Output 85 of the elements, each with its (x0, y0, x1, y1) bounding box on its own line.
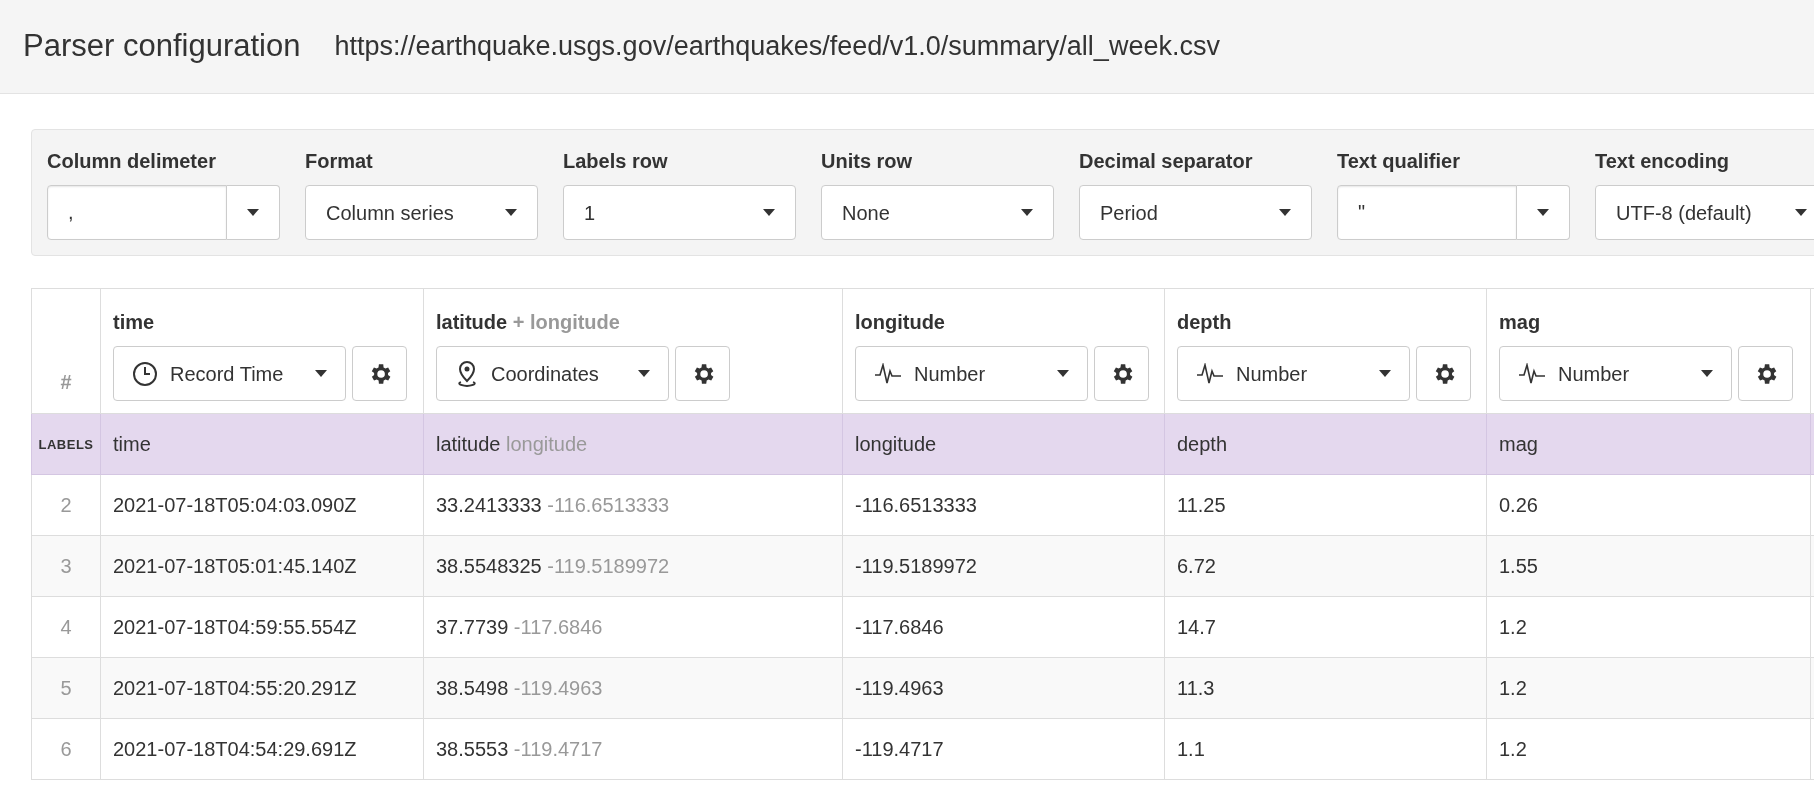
table-cell: 38.5498 -119.4963 (436, 677, 603, 699)
map-pin-icon (455, 359, 479, 388)
row-number: 5 (60, 677, 72, 699)
option-label: Column delimeter (47, 149, 217, 174)
labels-marker: LABELS (38, 437, 94, 452)
table-cell: time (113, 433, 151, 455)
table-cell: 2021-07-18T04:55:20.291Z (113, 677, 357, 699)
row-number: 4 (60, 616, 72, 638)
table-cell: 1.2 (1499, 738, 1527, 760)
row-number: 2 (60, 494, 72, 516)
table-cell: 0.26 (1499, 494, 1538, 516)
caret-icon (1701, 370, 1713, 377)
column-type-select[interactable]: Number (1499, 346, 1732, 401)
option-label: Labels row (563, 149, 669, 174)
caret-icon (1279, 209, 1291, 216)
table-cell: 38.5548325 -119.5189972 (436, 555, 670, 577)
option-select[interactable]: 1 (563, 185, 796, 240)
settings-button[interactable] (352, 346, 407, 401)
caret-icon (315, 370, 327, 377)
table-cell: -117.6846 (855, 616, 944, 638)
table-cell: 1.55 (1499, 555, 1538, 577)
option-label: Units row (821, 149, 914, 174)
table-cell: 2021-07-18T05:01:45.140Z (113, 555, 357, 577)
table-cell: 2021-07-18T04:54:29.691Z (113, 738, 357, 760)
option-input[interactable]: , (47, 185, 227, 240)
table-cell: 38.5553 -119.4717 (436, 738, 603, 760)
table-cell: -119.4717 (855, 738, 944, 760)
option-select[interactable]: UTF-8 (default) (1595, 185, 1814, 240)
page-title: Parser configuration (23, 27, 301, 66)
table-cell: 6.72 (1177, 555, 1216, 577)
caret-icon (505, 209, 517, 216)
pulse-icon (1518, 362, 1546, 385)
table-cell: mag (1499, 433, 1538, 455)
row-number: 3 (60, 555, 72, 577)
table-cell: 33.2413333 -116.6513333 (436, 494, 670, 516)
table-cell: longitude (855, 433, 937, 455)
caret-icon (763, 209, 775, 216)
pulse-icon (874, 362, 902, 385)
table-cell: 1.1 (1177, 738, 1205, 760)
table-cell: latitude longitude (436, 433, 588, 455)
row-number: 6 (60, 738, 72, 760)
table-cell: 14.7 (1177, 616, 1216, 638)
option-select[interactable]: Period (1079, 185, 1312, 240)
table-cell: -116.6513333 (855, 494, 977, 516)
index-header: # (60, 371, 72, 393)
settings-button[interactable] (1738, 346, 1793, 401)
column-type-select[interactable]: Coordinates (436, 346, 669, 401)
column-header: time (113, 310, 156, 335)
column-type-select[interactable]: Record Time (113, 346, 346, 401)
settings-button[interactable] (1416, 346, 1471, 401)
option-label: Text qualifier (1337, 149, 1461, 174)
source-url: https://earthquake.usgs.gov/earthquakes/feed/v1.0/summary/all_week.csv (334, 30, 1220, 64)
option-label: Text encoding (1595, 149, 1731, 174)
caret-icon (1057, 370, 1069, 377)
clock-icon (132, 360, 158, 387)
table-cell: -119.5189972 (855, 555, 977, 577)
option-input[interactable]: " (1337, 185, 1517, 240)
table-cell: 2021-07-18T04:59:55.554Z (113, 616, 357, 638)
pulse-icon (1196, 362, 1224, 385)
caret-icon (1795, 209, 1807, 216)
caret-icon (1537, 209, 1549, 216)
option-select[interactable]: None (821, 185, 1054, 240)
option-select[interactable]: Column series (305, 185, 538, 240)
settings-button[interactable] (675, 346, 730, 401)
caret-icon (638, 370, 650, 377)
table-cell: -119.4963 (855, 677, 944, 699)
caret-icon (1379, 370, 1391, 377)
column-header: longitude (855, 310, 946, 335)
table-cell: 11.3 (1177, 677, 1215, 699)
table-cell: depth (1177, 433, 1228, 455)
column-type-select[interactable]: Number (1177, 346, 1410, 401)
table-cell: 1.2 (1499, 616, 1527, 638)
settings-button[interactable] (1094, 346, 1149, 401)
option-label: Decimal separator (1079, 149, 1254, 174)
table-cell: 2021-07-18T05:04:03.090Z (113, 494, 357, 516)
table-cell: 37.7739 -117.6846 (436, 616, 603, 638)
table-cell: 11.25 (1177, 494, 1226, 516)
table-cell: 1.2 (1499, 677, 1527, 699)
column-type-select[interactable]: Number (855, 346, 1088, 401)
column-header: latitude + longitude (436, 310, 621, 335)
caret-icon (1021, 209, 1033, 216)
column-header: depth (1177, 310, 1233, 335)
column-header: mag (1499, 310, 1542, 335)
option-label: Format (305, 149, 374, 174)
caret-icon (247, 209, 259, 216)
